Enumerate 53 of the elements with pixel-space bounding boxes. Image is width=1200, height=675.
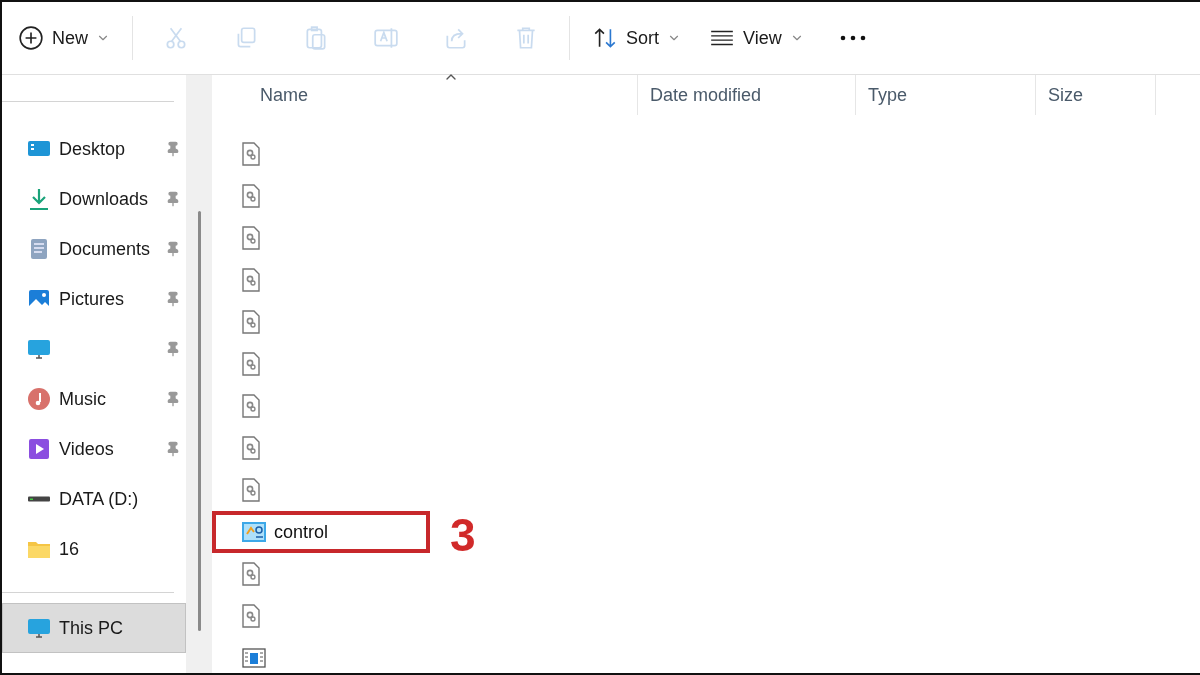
music-note-icon — [27, 387, 51, 411]
column-header[interactable]: Date modified — [638, 75, 856, 115]
scrollbar-thumb[interactable] — [197, 211, 201, 631]
file-name: control — [274, 521, 329, 543]
settings-file-icon — [242, 352, 260, 376]
settings-file-icon — [242, 394, 260, 418]
download-icon — [27, 187, 51, 211]
settings-file-icon — [242, 310, 260, 334]
settings-file-icon — [242, 562, 260, 586]
picture-icon — [27, 287, 51, 311]
column-header[interactable]: Name — [248, 75, 638, 115]
settings-file-icon — [242, 604, 260, 628]
step-number: 3 — [450, 508, 476, 562]
sidebar-item[interactable]: Desktop — [2, 124, 186, 174]
sidebar-item[interactable]: DATA (D:) — [2, 474, 186, 524]
pin-icon — [165, 341, 181, 357]
control-panel-icon — [242, 522, 266, 542]
sidebar-item[interactable]: This PC — [2, 603, 186, 653]
settings-file-icon — [242, 436, 260, 460]
settings-file-icon — [242, 142, 260, 166]
column-header[interactable]: Size — [1036, 75, 1156, 115]
pin-icon — [165, 141, 181, 157]
pin-icon — [165, 391, 181, 407]
clipboard-icon — [303, 25, 329, 51]
pin-icon — [165, 241, 181, 257]
pin-icon — [165, 291, 181, 307]
new-button[interactable]: New — [4, 18, 124, 58]
monitor-icon — [27, 337, 51, 361]
file-row[interactable]: control — [212, 511, 430, 553]
plus-circle-icon — [18, 25, 44, 51]
sort-arrows-icon — [592, 25, 618, 51]
window-file-icon — [242, 648, 266, 668]
drive-icon — [27, 496, 51, 502]
sidebar-item[interactable]: Videos — [2, 424, 186, 474]
settings-file-icon — [242, 268, 260, 292]
sort-button[interactable]: Sort — [578, 18, 696, 58]
column-header[interactable]: Type — [856, 75, 1036, 115]
settings-file-icon — [242, 478, 260, 502]
rename-icon — [373, 25, 399, 51]
view-button[interactable]: View — [695, 18, 818, 58]
sidebar-item[interactable]: Documents — [2, 224, 186, 274]
monitor-icon — [27, 616, 51, 640]
more-icon — [839, 34, 866, 42]
video-icon — [27, 437, 51, 461]
pin-icon — [165, 441, 181, 457]
settings-file-icon — [242, 226, 260, 250]
sidebar-item[interactable]: Music — [2, 374, 186, 424]
pin-icon — [165, 191, 181, 207]
scissors-icon — [163, 25, 189, 51]
sidebar-item[interactable]: 16 — [2, 524, 186, 574]
sidebar-item[interactable]: Downloads — [2, 174, 186, 224]
settings-file-icon — [242, 184, 260, 208]
sidebar-item[interactable]: Pictures — [2, 274, 186, 324]
